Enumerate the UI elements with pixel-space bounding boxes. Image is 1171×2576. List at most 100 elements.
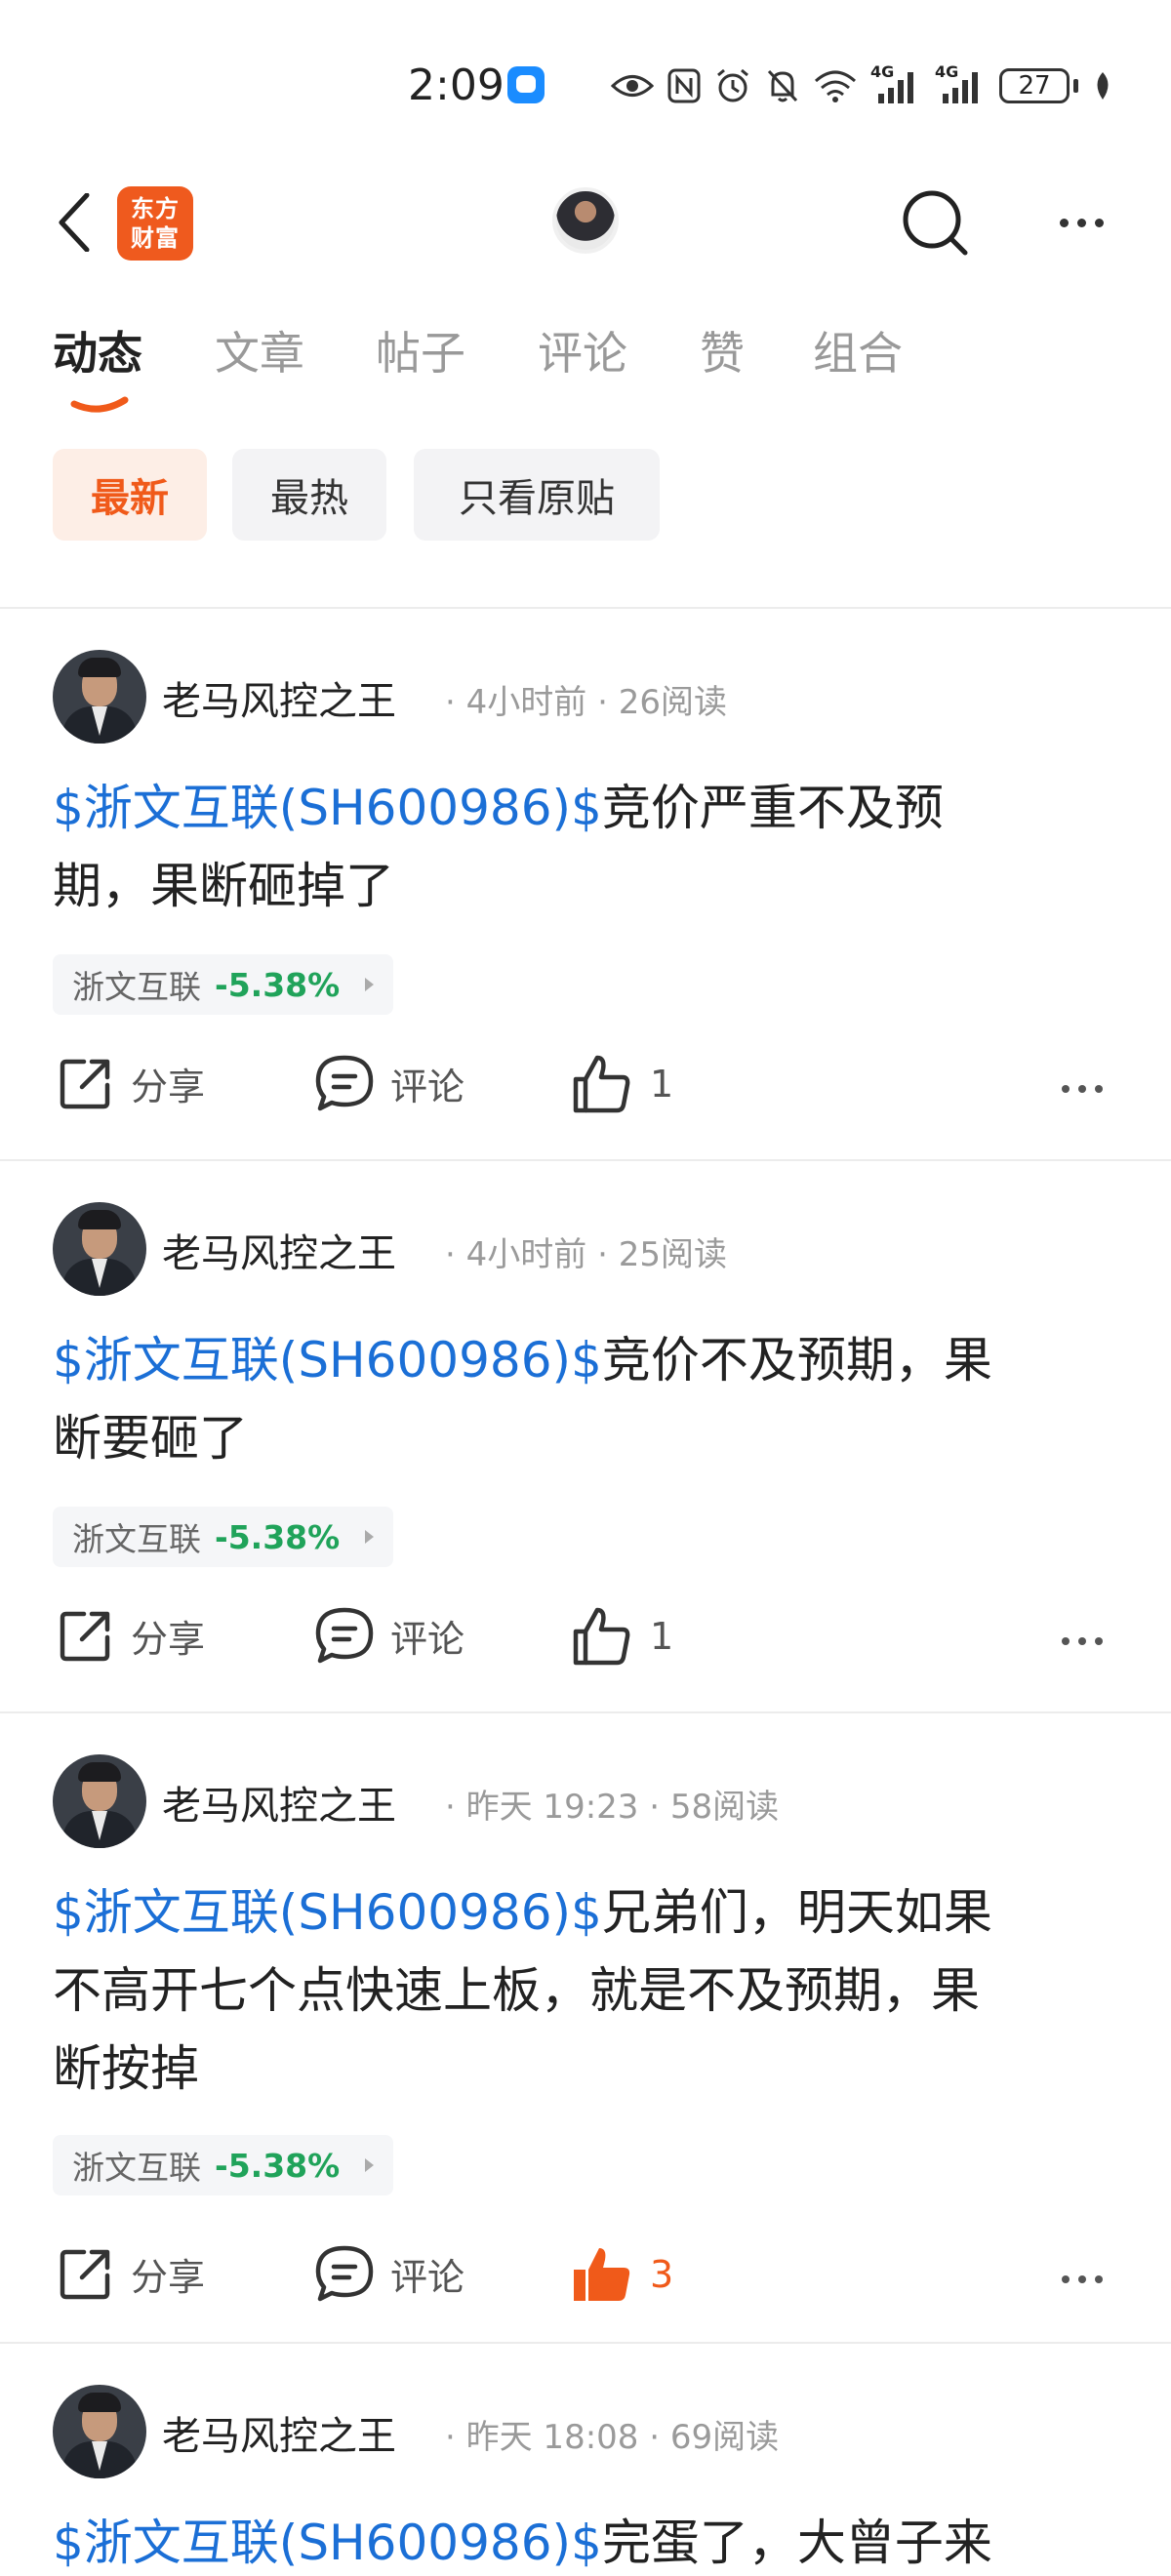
tab-posts[interactable]: 帖子: [376, 318, 465, 382]
post-time: 昨天 19:23: [465, 1788, 639, 1827]
like-count: 1: [650, 1063, 674, 1106]
like-count: 3: [650, 2253, 674, 2296]
post-time: 昨天 18:08: [465, 2418, 639, 2457]
tab-dynamic[interactable]: 动态: [53, 318, 142, 382]
post-content[interactable]: $浙文互联(SH600986)$竞价不及预期，果 断要砸了: [53, 1321, 1126, 1477]
post-content[interactable]: $浙文互联(SH600986)$兄弟们，明天如果 不高开七个点快速上板，就是不及…: [53, 1873, 1126, 2108]
search-button[interactable]: [898, 185, 972, 260]
play-arrow-icon: [365, 2158, 375, 2172]
author-name[interactable]: 老马风控之王: [162, 2404, 396, 2461]
battery-icon: 27: [999, 68, 1078, 103]
tab-likes[interactable]: 赞: [700, 318, 745, 382]
leaf-icon: [1097, 72, 1109, 100]
post-meta: · 4小时前 · 25阅读: [445, 1235, 727, 1274]
author-avatar[interactable]: [53, 650, 146, 744]
back-arrow-icon: [59, 193, 90, 252]
thumbs-up-icon: [573, 1055, 630, 1113]
post-time: 4小时前: [465, 1235, 587, 1274]
back-button[interactable]: [47, 189, 101, 256]
user-avatar[interactable]: [552, 187, 619, 254]
post-content[interactable]: $浙文互联(SH600986)$竞价严重不及预 期，果断砸掉了: [53, 769, 1126, 925]
post-reads: 26阅读: [618, 683, 727, 722]
stock-tag-change: -5.38%: [215, 2146, 341, 2185]
share-icon: [60, 1611, 110, 1662]
play-arrow-icon: [365, 1530, 375, 1544]
author-name[interactable]: 老马风控之王: [162, 669, 396, 726]
post-more-button[interactable]: [1062, 1060, 1103, 1118]
thumbs-up-filled-icon: [574, 2248, 630, 2301]
post-meta: · 昨天 19:23 · 58阅读: [445, 1788, 780, 1827]
comment-button[interactable]: 评论: [314, 1054, 464, 1112]
post-reads: 69阅读: [669, 2418, 780, 2457]
post-meta: · 4小时前 · 26阅读: [445, 683, 727, 722]
like-button[interactable]: 1: [572, 1606, 673, 1667]
author-avatar[interactable]: [53, 2385, 146, 2478]
feed-post[interactable]: 老马风控之王 · 4小时前 · 25阅读 $浙文互联(SH600986)$竞价不…: [0, 1161, 1171, 1713]
profile-tabs: 动态 文章 帖子 评论 赞 组合: [0, 318, 1171, 416]
search-icon: [903, 190, 968, 256]
status-icons: 4G 4G 27: [611, 62, 1113, 107]
stock-link[interactable]: $浙文互联(SH600986)$: [53, 1332, 602, 1389]
comment-icon: [315, 2245, 374, 2302]
more-dot-icon: [1062, 2275, 1070, 2283]
nfc-icon: [667, 68, 701, 103]
status-time: 2:09: [408, 60, 505, 110]
play-arrow-icon: [365, 978, 375, 991]
feed-post[interactable]: 老马风控之王 · 4小时前 · 26阅读 $浙文互联(SH600986)$竞价严…: [0, 609, 1171, 1161]
thumbs-up-icon: [573, 1607, 630, 1666]
signal-1-icon: 4G: [870, 62, 921, 105]
stock-link[interactable]: $浙文互联(SH600986)$: [53, 1884, 602, 1941]
post-more-button[interactable]: [1062, 2250, 1103, 2309]
eye-icon: [611, 75, 654, 97]
battery-level: 27: [999, 68, 1070, 103]
filter-pills: 最新 最热 只看原贴: [0, 449, 1171, 543]
post-reads: 25阅读: [618, 1235, 727, 1274]
share-button[interactable]: 分享: [57, 1054, 205, 1112]
stock-tag-change: -5.38%: [215, 1517, 341, 1556]
stock-tag[interactable]: 浙文互联 -5.38%: [53, 2135, 394, 2195]
active-tab-indicator: [70, 396, 129, 413]
post-more-button[interactable]: [1062, 1612, 1103, 1670]
author-avatar[interactable]: [53, 1202, 146, 1296]
author-avatar[interactable]: [53, 1754, 146, 1848]
author-name[interactable]: 老马风控之王: [162, 1222, 396, 1278]
tab-comments[interactable]: 评论: [538, 318, 627, 382]
filter-hottest[interactable]: 最热: [232, 449, 386, 541]
comment-icon: [315, 1055, 374, 1111]
status-bar: 2:09 4G 4G 27: [0, 0, 1171, 166]
more-dot-icon: [1062, 1085, 1070, 1093]
post-time: 4小时前: [465, 683, 587, 722]
tab-articles[interactable]: 文章: [215, 318, 304, 382]
stock-link[interactable]: $浙文互联(SH600986)$: [53, 780, 602, 836]
comment-button[interactable]: 评论: [314, 2244, 464, 2303]
mute-icon: [767, 69, 798, 102]
post-meta: · 昨天 18:08 · 69阅读: [445, 2418, 780, 2457]
eastmoney-logo[interactable]: 东方 财富: [117, 186, 193, 261]
tab-portfolios[interactable]: 组合: [813, 318, 903, 382]
author-name[interactable]: 老马风控之王: [162, 1774, 396, 1831]
more-options-button[interactable]: [1044, 185, 1118, 260]
stock-tag[interactable]: 浙文互联 -5.38%: [53, 954, 394, 1015]
share-icon: [60, 1059, 110, 1109]
comment-icon: [315, 1607, 374, 1664]
share-button[interactable]: 分享: [57, 2244, 205, 2303]
filter-latest[interactable]: 最新: [53, 449, 207, 541]
like-button[interactable]: 3: [572, 2244, 673, 2305]
like-button[interactable]: 1: [572, 1054, 673, 1114]
share-button[interactable]: 分享: [57, 1606, 205, 1665]
stock-tag-name: 浙文互联: [72, 1520, 201, 1558]
post-content[interactable]: $浙文互联(SH600986)$完蛋了，大曾子来: [53, 2504, 1126, 2576]
feed-post[interactable]: 老马风控之王 · 昨天 19:23 · 58阅读 $浙文互联(SH600986)…: [0, 1713, 1171, 2344]
stock-link[interactable]: $浙文互联(SH600986)$: [53, 2515, 602, 2571]
like-count: 1: [650, 1615, 674, 1658]
share-icon: [60, 2249, 110, 2300]
feed-post[interactable]: 老马风控之王 · 昨天 18:08 · 69阅读 $浙文互联(SH600986)…: [0, 2344, 1171, 2576]
filter-original-only[interactable]: 只看原贴: [414, 449, 660, 541]
app-notification-icon: [507, 66, 545, 103]
comment-button[interactable]: 评论: [314, 1606, 464, 1665]
stock-tag-name: 浙文互联: [72, 2149, 201, 2187]
stock-tag[interactable]: 浙文互联 -5.38%: [53, 1507, 394, 1567]
stock-tag-name: 浙文互联: [72, 968, 201, 1006]
post-reads: 58阅读: [669, 1788, 780, 1827]
alarm-icon: [717, 68, 748, 102]
